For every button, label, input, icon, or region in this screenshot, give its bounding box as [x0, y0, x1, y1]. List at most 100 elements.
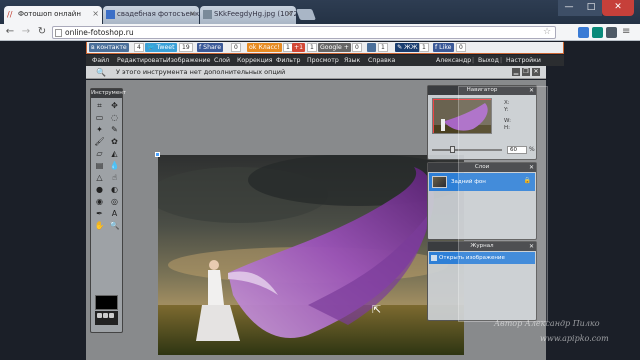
facebook-like-button[interactable]: f Like — [433, 43, 454, 52]
user-name[interactable]: Александр — [436, 56, 471, 65]
tab-image[interactable]: SKkFeegdyHg.jpg (1072×7... × — [200, 6, 296, 24]
address-bar: ← → ↻ online-fotoshop.ru ☆ ≡ — [0, 24, 640, 41]
tab-title: SKkFeegdyHg.jpg (1072×7... — [214, 10, 296, 18]
bucket-icon[interactable]: ◭ — [108, 148, 121, 159]
view-mode-buttons — [95, 311, 118, 325]
tools-grid: ⌗ ✥ ▭ ◌ ✦ ✎ 🖌 ✿ ▱ ◭ ▤ 💧 △ ☝ ● ◐ ◉ ◎ ✒ A ✋ 🔍 — [91, 98, 122, 231]
canvas-image[interactable] — [158, 155, 464, 355]
share-count: 0 — [231, 43, 241, 52]
crop-icon[interactable]: ⌗ — [93, 100, 106, 111]
brush-icon[interactable]: 🖌 — [93, 136, 106, 147]
site-favicon-icon — [106, 10, 115, 19]
facebook-share-button[interactable]: f Share — [197, 43, 224, 52]
extension-icon[interactable] — [578, 27, 589, 38]
share-count: 0 — [456, 43, 466, 52]
close-tab-icon[interactable]: × — [189, 9, 196, 18]
vk-button[interactable]: в контакте — [89, 43, 129, 52]
sharpen-icon[interactable]: △ — [93, 172, 106, 183]
selection-overlay — [458, 86, 548, 322]
tool-options-bar: 🔍 У этого инструмента нет дополнительных… — [86, 66, 546, 79]
zoom-tool-icon: 🔍 — [96, 68, 106, 77]
bookmark-star-icon[interactable]: ☆ — [543, 26, 551, 38]
view-mode-button[interactable] — [97, 313, 102, 318]
marquee-icon[interactable]: ▭ — [93, 112, 106, 123]
image-favicon-icon — [203, 10, 212, 19]
share-count: 0 — [352, 43, 362, 52]
zoom-icon[interactable]: 🔍 — [108, 220, 121, 231]
close-tab-icon[interactable]: × — [286, 9, 293, 18]
blur-icon[interactable]: 💧 — [108, 160, 121, 171]
menu-wrench-icon[interactable]: ≡ — [622, 26, 630, 38]
mailru-button[interactable] — [367, 43, 376, 52]
watermark-site: www.apipko.com — [540, 334, 609, 343]
tab-title: Фотошоп онлайн — [18, 10, 81, 18]
eraser-icon[interactable]: ▱ — [93, 148, 106, 159]
page-icon — [55, 29, 62, 37]
dodge-icon[interactable]: ● — [93, 184, 106, 195]
google-plus-button[interactable]: Google + — [318, 43, 351, 52]
burn-icon[interactable]: ◐ — [108, 184, 121, 195]
wand-icon[interactable]: ✦ — [93, 124, 106, 135]
menu-edit[interactable]: Редактировать — [117, 56, 166, 65]
maximize-button[interactable]: □ — [580, 0, 602, 16]
sponge-icon[interactable]: ◉ — [93, 196, 106, 207]
share-count: 19 — [179, 43, 193, 52]
pencil-icon[interactable]: ✎ — [108, 124, 121, 135]
view-mode-button[interactable] — [109, 313, 114, 318]
hand-icon[interactable]: ✋ — [93, 220, 106, 231]
url-input[interactable]: online-fotoshop.ru — [52, 26, 556, 39]
app-menubar: Файл Редактировать Изображение Слой Корр… — [86, 55, 564, 66]
restore-panel-icon[interactable]: ❐ — [522, 68, 530, 76]
zoom-slider-knob[interactable] — [450, 146, 455, 153]
selection-handle[interactable] — [155, 152, 160, 157]
menu-language[interactable]: Язык — [344, 56, 360, 65]
tab-wedding[interactable]: свадебная фотосъемка 2... × — [103, 6, 199, 24]
logout-link[interactable]: Выход — [478, 56, 499, 65]
forward-arrow-icon[interactable]: → — [20, 26, 32, 38]
layer-thumbnail — [432, 176, 447, 188]
window-controls: — □ ✕ — [558, 0, 634, 18]
tools-title: Инструмент — [91, 89, 127, 98]
menu-adjust[interactable]: Коррекция — [237, 56, 273, 65]
menu-filter[interactable]: Фильтр — [276, 56, 300, 65]
gradient-icon[interactable]: ▤ — [93, 160, 106, 171]
move-icon[interactable]: ✥ — [108, 100, 121, 111]
lasso-icon[interactable]: ◌ — [108, 112, 121, 123]
close-window-button[interactable]: ✕ — [602, 0, 634, 16]
close-panel-icon[interactable]: ✕ — [532, 68, 540, 76]
close-tab-icon[interactable]: × — [92, 9, 99, 18]
tab-fotoshop[interactable]: // Фотошоп онлайн × — [4, 6, 102, 24]
ok-class-button[interactable]: ok Класс! — [247, 43, 282, 52]
redeye-icon[interactable]: ◎ — [108, 196, 121, 207]
plusone-button[interactable]: +1 — [292, 43, 306, 52]
minimize-button[interactable]: — — [558, 0, 580, 16]
menu-file[interactable]: Файл — [92, 56, 109, 65]
fotoshop-favicon-icon: // — [7, 10, 13, 19]
menu-image[interactable]: Изображение — [166, 56, 211, 65]
watermark-author: Автор Александр Пилко — [494, 319, 600, 328]
eyedropper-icon[interactable]: ✒ — [93, 208, 106, 219]
menu-view[interactable]: Просмотр — [307, 56, 339, 65]
back-arrow-icon[interactable]: ← — [4, 26, 16, 38]
tweet-button[interactable]: 🐦 Tweet — [145, 43, 177, 52]
cursor-icon: ⇱ — [372, 303, 382, 316]
clone-icon[interactable]: ✿ — [108, 136, 121, 147]
reload-icon[interactable]: ↻ — [36, 26, 48, 38]
smudge-icon[interactable]: ☝ — [108, 172, 121, 183]
text-icon[interactable]: A — [108, 208, 121, 219]
menu-layer[interactable]: Слой — [214, 56, 230, 65]
url-text: online-fotoshop.ru — [65, 28, 134, 37]
livejournal-button[interactable]: ✎ ЖЖ — [395, 43, 420, 52]
tab-title: свадебная фотосъемка 2... — [117, 10, 199, 18]
menu-help[interactable]: Справка — [368, 56, 395, 65]
wedding-photo — [158, 155, 464, 355]
browser-tabstrip: // Фотошоп онлайн × свадебная фотосъемка… — [0, 0, 640, 24]
settings-link[interactable]: Настройки — [506, 56, 541, 65]
new-tab-button[interactable] — [295, 9, 317, 20]
minimize-panel-icon[interactable]: ▁ — [512, 68, 520, 76]
share-count: 4 — [134, 43, 144, 52]
color-swatch[interactable] — [95, 295, 118, 310]
view-mode-button[interactable] — [103, 313, 108, 318]
extension-icon[interactable] — [592, 27, 603, 38]
extension-icon[interactable] — [606, 27, 617, 38]
